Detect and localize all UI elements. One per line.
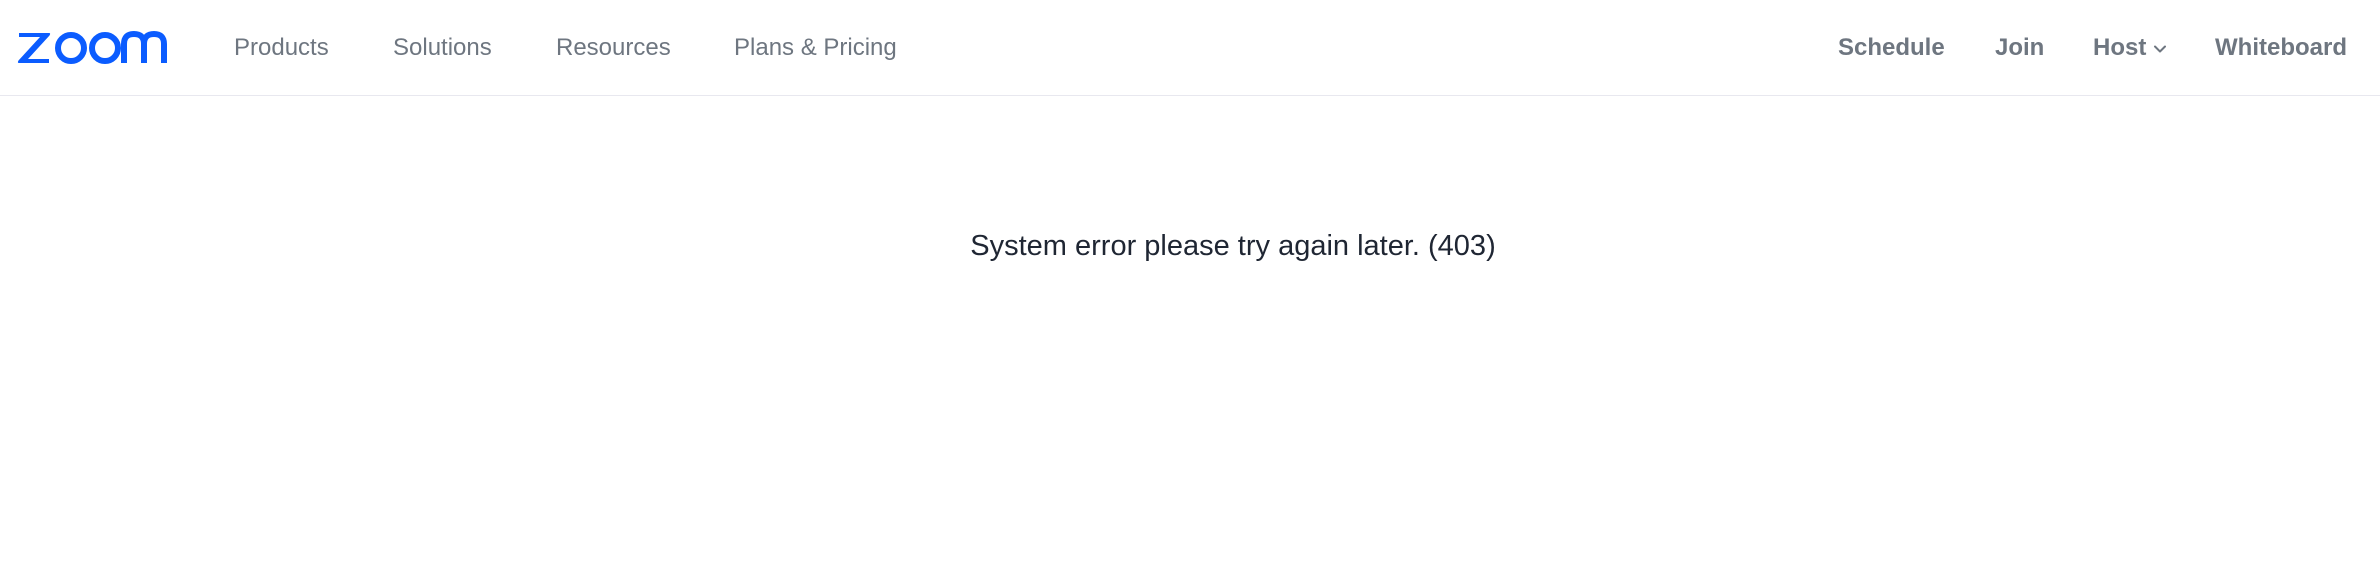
top-navigation-bar: Products Solutions Resources Plans & Pri…: [0, 0, 2380, 96]
nav-plans-pricing-link[interactable]: Plans & Pricing: [734, 0, 897, 96]
zoom-logo[interactable]: [16, 27, 182, 67]
zoom-logo-icon: [17, 31, 167, 64]
nav-products-link[interactable]: Products: [234, 0, 329, 96]
nav-host-label: Host: [2093, 34, 2147, 61]
nav-resources-link[interactable]: Resources: [556, 0, 671, 96]
nav-solutions-link[interactable]: Solutions: [393, 0, 492, 96]
chevron-down-icon: [2154, 45, 2167, 53]
nav-whiteboard-link[interactable]: Whiteboard: [2215, 0, 2347, 96]
nav-join-link[interactable]: Join: [1995, 0, 2044, 96]
error-message: System error please try again later. (40…: [970, 230, 1496, 262]
nav-host-dropdown[interactable]: Host: [2093, 0, 2168, 96]
nav-schedule-link[interactable]: Schedule: [1838, 0, 1945, 96]
